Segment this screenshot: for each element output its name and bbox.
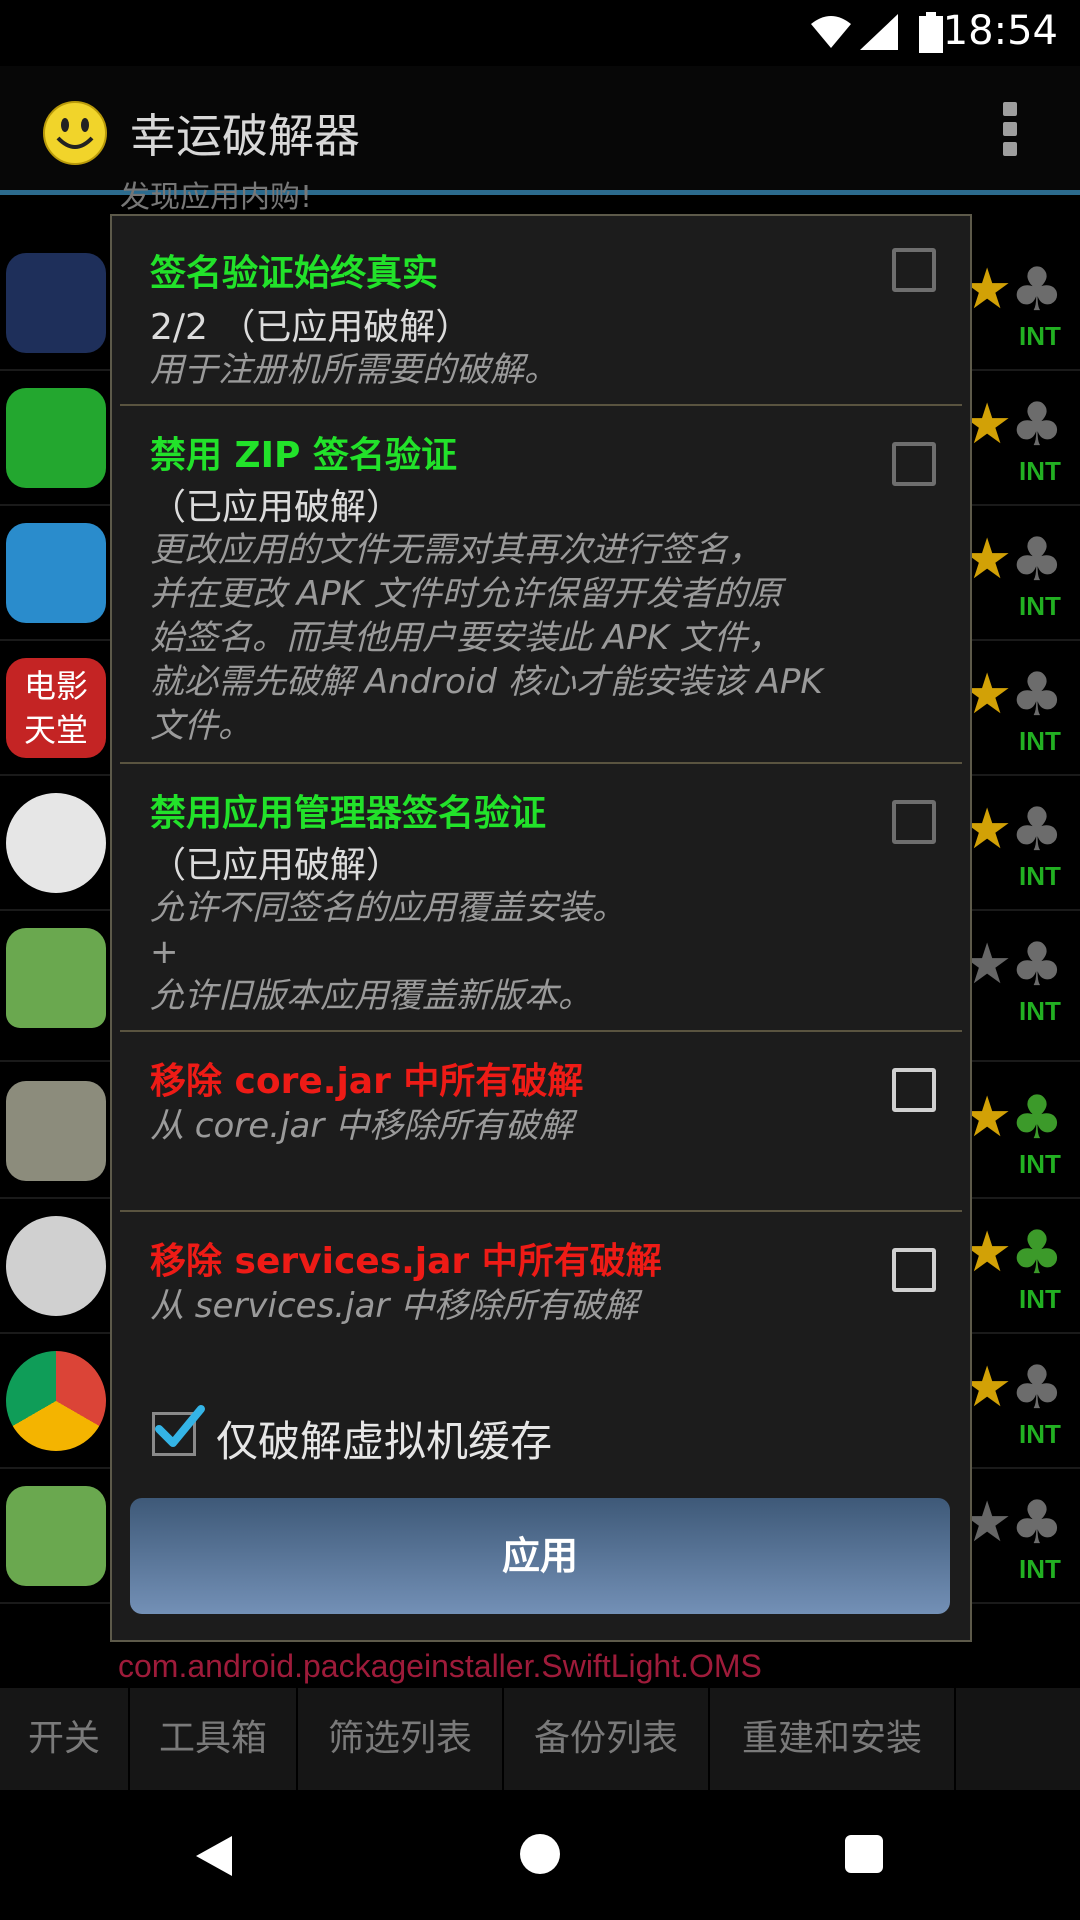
clock: 18:54	[942, 8, 1058, 54]
option-title: 移除 services.jar 中所有破解	[150, 1241, 662, 1282]
option-description: 用于注册机所需要的破解。	[150, 350, 558, 390]
tab-toggle[interactable]: 开关	[0, 1688, 130, 1790]
app-title: 幸运破解器	[130, 109, 360, 163]
camera-app-icon	[6, 1216, 106, 1316]
wifi-icon	[811, 16, 851, 48]
cellular-signal-icon	[860, 14, 898, 50]
patch-dialog: 签名验证始终真实 2/2 （已应用破解） 用于注册机所需要的破解。 禁用 ZIP…	[110, 214, 972, 1642]
clover-icon: ♣	[1010, 795, 1064, 865]
int-label: INT	[1019, 1284, 1061, 1314]
int-label: INT	[1019, 996, 1061, 1026]
vm-cache-checkbox[interactable]	[152, 1405, 205, 1456]
navigation-bar	[0, 1790, 1080, 1920]
option-checkbox[interactable]	[892, 800, 936, 844]
checkmark-icon	[155, 1405, 205, 1447]
clover-icon: ♣	[1010, 255, 1064, 325]
divider	[120, 1210, 962, 1212]
divider	[120, 1030, 962, 1032]
clover-icon: ♣	[1010, 930, 1064, 1000]
int-label: INT	[1019, 1419, 1061, 1449]
divider	[120, 404, 962, 406]
apply-button[interactable]: 应用	[130, 1498, 950, 1614]
wechat-app-icon	[6, 388, 106, 488]
android-app-icon	[6, 1486, 106, 1586]
int-label: INT	[1019, 861, 1061, 891]
tab-backup-list[interactable]: 备份列表	[504, 1688, 710, 1790]
lightning-app-icon	[6, 523, 106, 623]
clover-icon: ♣	[1010, 1488, 1064, 1558]
option-title: 禁用 ZIP 签名验证	[150, 435, 457, 476]
home-icon[interactable]	[518, 1832, 562, 1876]
option-title: 禁用应用管理器签名验证	[150, 793, 547, 834]
option-description: 更改应用的文件无需对其再次进行签名， 并在更改 APK 文件时允许保留开发者的原…	[150, 530, 823, 746]
app-logo-smiley-icon	[43, 101, 107, 165]
photos-app-icon	[6, 793, 106, 893]
vm-cache-label: 仅破解虚拟机缓存	[216, 1417, 553, 1466]
toolbox-app-icon	[6, 1081, 106, 1181]
int-label: INT	[1019, 1554, 1061, 1584]
movie-icon-text: 电影天堂	[23, 667, 88, 749]
option-description: 从 core.jar 中移除所有破解	[150, 1106, 574, 1146]
chrome-app-icon	[6, 1351, 106, 1451]
tab-toolbox[interactable]: 工具箱	[130, 1688, 298, 1790]
int-label: INT	[1019, 726, 1061, 756]
app-icon	[6, 253, 106, 353]
option-status: （已应用破解）	[150, 487, 403, 528]
int-label: INT	[1019, 1149, 1061, 1179]
tab-filter-list[interactable]: 筛选列表	[298, 1688, 504, 1790]
clover-icon: ♣	[1010, 525, 1064, 595]
clover-icon: ♣	[1010, 1218, 1064, 1288]
option-description: 允许不同签名的应用覆盖安装。 + 允许旧版本应用覆盖新版本。	[150, 888, 626, 1016]
int-label: INT	[1019, 591, 1061, 621]
clover-icon: ♣	[1010, 1083, 1064, 1153]
option-title: 签名验证始终真实	[150, 253, 439, 294]
int-label: INT	[1019, 456, 1061, 486]
clover-icon: ♣	[1010, 390, 1064, 460]
option-checkbox[interactable]	[892, 442, 936, 486]
option-status: 2/2 （已应用破解）	[150, 307, 472, 348]
android-app-icon	[6, 928, 106, 1028]
option-status: （已应用破解）	[150, 845, 403, 886]
option-title: 移除 core.jar 中所有破解	[150, 1061, 584, 1102]
option-checkbox[interactable]	[892, 1068, 936, 1112]
option-checkbox[interactable]	[892, 248, 936, 292]
clover-icon: ♣	[1010, 660, 1064, 730]
package-name-text: com.android.packageinstaller.SwiftLight.…	[118, 1648, 762, 1684]
movie-app-icon: 电影天堂	[6, 658, 106, 758]
option-description: 从 services.jar 中移除所有破解	[150, 1286, 639, 1326]
status-bar: 18:54	[0, 0, 1080, 66]
bottom-tab-bar: 开关 工具箱 筛选列表 备份列表 重建和安装	[0, 1688, 1080, 1790]
divider	[120, 762, 962, 764]
battery-icon	[919, 12, 943, 53]
back-icon[interactable]	[190, 1832, 236, 1880]
int-label: INT	[1019, 321, 1061, 351]
option-checkbox[interactable]	[892, 1248, 936, 1292]
overflow-menu-icon[interactable]	[1000, 102, 1020, 164]
tab-rebuild-install[interactable]: 重建和安装	[710, 1688, 956, 1790]
clover-icon: ♣	[1010, 1353, 1064, 1423]
recents-icon[interactable]	[844, 1834, 884, 1874]
